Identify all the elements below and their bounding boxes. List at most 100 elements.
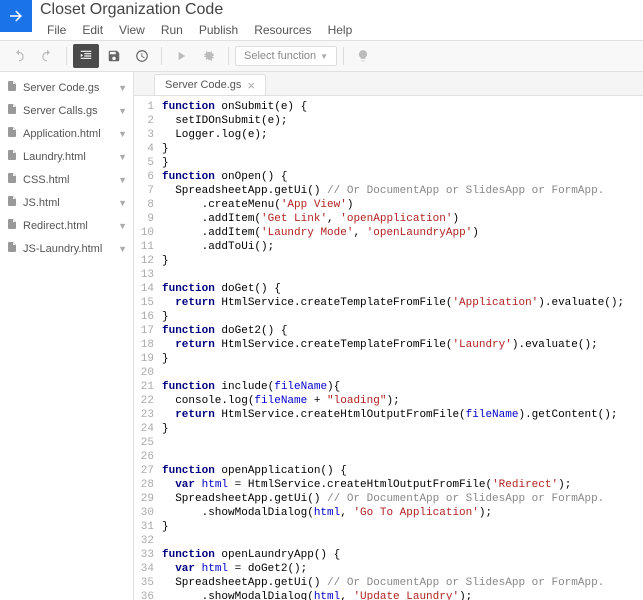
undo-icon: [12, 49, 26, 63]
code-text: .createMenu('App View'): [162, 198, 353, 212]
code-line: 18 return HtmlService.createTemplateFrom…: [134, 338, 643, 352]
code-text: function include(fileName){: [162, 380, 340, 394]
file-icon: [6, 126, 18, 141]
line-number: 29: [134, 492, 162, 506]
select-function-label: Select function: [244, 50, 316, 62]
chevron-down-icon[interactable]: ▼: [118, 106, 127, 116]
save-button[interactable]: [101, 44, 127, 68]
select-function-dropdown[interactable]: Select function ▼: [235, 46, 337, 66]
menu-file[interactable]: File: [40, 21, 73, 39]
code-text: }: [162, 310, 169, 324]
file-name: JS-Laundry.html: [23, 243, 113, 255]
code-text: return HtmlService.createHtmlOutputFromF…: [162, 408, 618, 422]
file-name: CSS.html: [23, 174, 113, 186]
play-icon: [174, 49, 188, 63]
current-project-button[interactable]: [129, 44, 155, 68]
file-name: Laundry.html: [23, 151, 113, 163]
line-number: 34: [134, 562, 162, 576]
code-line: 10 .addItem('Laundry Mode', 'openLaundry…: [134, 226, 643, 240]
line-number: 8: [134, 198, 162, 212]
code-line: 21function include(fileName){: [134, 380, 643, 394]
code-line: 29 SpreadsheetApp.getUi() // Or Document…: [134, 492, 643, 506]
menu-resources[interactable]: Resources: [247, 21, 318, 39]
file-icon: [6, 218, 18, 233]
project-title[interactable]: Closet Organization Code: [40, 0, 359, 19]
lightbulb-button[interactable]: [350, 44, 376, 68]
editor-area: Server Code.gs × 1function onSubmit(e) {…: [134, 72, 643, 600]
line-number: 24: [134, 422, 162, 436]
redo-icon: [40, 49, 54, 63]
chevron-down-icon[interactable]: ▼: [118, 198, 127, 208]
code-line: 32: [134, 534, 643, 548]
line-number: 11: [134, 240, 162, 254]
line-number: 18: [134, 338, 162, 352]
file-icon: [6, 103, 18, 118]
code-line: 34 var html = doGet2();: [134, 562, 643, 576]
code-line: 22 console.log(fileName + "loading");: [134, 394, 643, 408]
file-name: Redirect.html: [23, 220, 113, 232]
code-text: function doGet2() {: [162, 324, 287, 338]
code-line: 33function openLaundryApp() {: [134, 548, 643, 562]
lightbulb-icon: [356, 49, 370, 63]
code-line: 11 .addToUi();: [134, 240, 643, 254]
chevron-down-icon[interactable]: ▼: [118, 175, 127, 185]
menu-view[interactable]: View: [112, 21, 152, 39]
code-line: 3 Logger.log(e);: [134, 128, 643, 142]
file-item[interactable]: Redirect.html ▼: [0, 214, 133, 237]
separator: [66, 47, 67, 65]
code-editor[interactable]: 1function onSubmit(e) {2 setIDOnSubmit(e…: [134, 96, 643, 600]
menu-publish[interactable]: Publish: [192, 21, 245, 39]
redo-button[interactable]: [34, 44, 60, 68]
undo-button[interactable]: [6, 44, 32, 68]
code-line: 24}: [134, 422, 643, 436]
file-item[interactable]: JS.html ▼: [0, 191, 133, 214]
line-number: 10: [134, 226, 162, 240]
file-item[interactable]: Laundry.html ▼: [0, 145, 133, 168]
code-line: 26: [134, 450, 643, 464]
file-icon: [6, 172, 18, 187]
line-number: 33: [134, 548, 162, 562]
code-text: .addToUi();: [162, 240, 274, 254]
line-number: 21: [134, 380, 162, 394]
chevron-down-icon[interactable]: ▼: [118, 244, 127, 254]
code-line: 6function onOpen() {: [134, 170, 643, 184]
menu-edit[interactable]: Edit: [75, 21, 110, 39]
indent-button[interactable]: [73, 44, 99, 68]
file-item[interactable]: CSS.html ▼: [0, 168, 133, 191]
code-line: 25: [134, 436, 643, 450]
separator: [228, 47, 229, 65]
code-line: 20: [134, 366, 643, 380]
tab-server-code[interactable]: Server Code.gs ×: [154, 74, 266, 95]
menubar: FileEditViewRunPublishResourcesHelp: [40, 21, 359, 39]
line-number: 9: [134, 212, 162, 226]
file-icon: [6, 241, 18, 256]
file-name: JS.html: [23, 197, 113, 209]
chevron-down-icon[interactable]: ▼: [118, 221, 127, 231]
code-text: function doGet() {: [162, 282, 281, 296]
menu-run[interactable]: Run: [154, 21, 190, 39]
code-line: 2 setIDOnSubmit(e);: [134, 114, 643, 128]
file-item[interactable]: Application.html▼: [0, 122, 133, 145]
line-number: 15: [134, 296, 162, 310]
file-item[interactable]: Server Calls.gs▼: [0, 99, 133, 122]
app-logo[interactable]: [0, 0, 32, 32]
chevron-down-icon[interactable]: ▼: [118, 129, 127, 139]
line-number: 35: [134, 576, 162, 590]
code-text: }: [162, 422, 169, 436]
file-item[interactable]: Server Code.gs▼: [0, 76, 133, 99]
code-line: 31}: [134, 520, 643, 534]
code-text: console.log(fileName + "loading");: [162, 394, 400, 408]
code-text: }: [162, 520, 169, 534]
close-icon[interactable]: ×: [247, 78, 255, 93]
run-button[interactable]: [168, 44, 194, 68]
code-text: function openLaundryApp() {: [162, 548, 340, 562]
debug-button[interactable]: [196, 44, 222, 68]
chevron-down-icon[interactable]: ▼: [118, 83, 127, 93]
line-number: 13: [134, 268, 162, 282]
chevron-down-icon[interactable]: ▼: [118, 152, 127, 162]
line-number: 32: [134, 534, 162, 548]
menu-help[interactable]: Help: [321, 21, 360, 39]
code-line: 9 .addItem('Get Link', 'openApplication'…: [134, 212, 643, 226]
code-text: SpreadsheetApp.getUi() // Or DocumentApp…: [162, 184, 604, 198]
file-item[interactable]: JS-Laundry.html ▼: [0, 237, 133, 260]
